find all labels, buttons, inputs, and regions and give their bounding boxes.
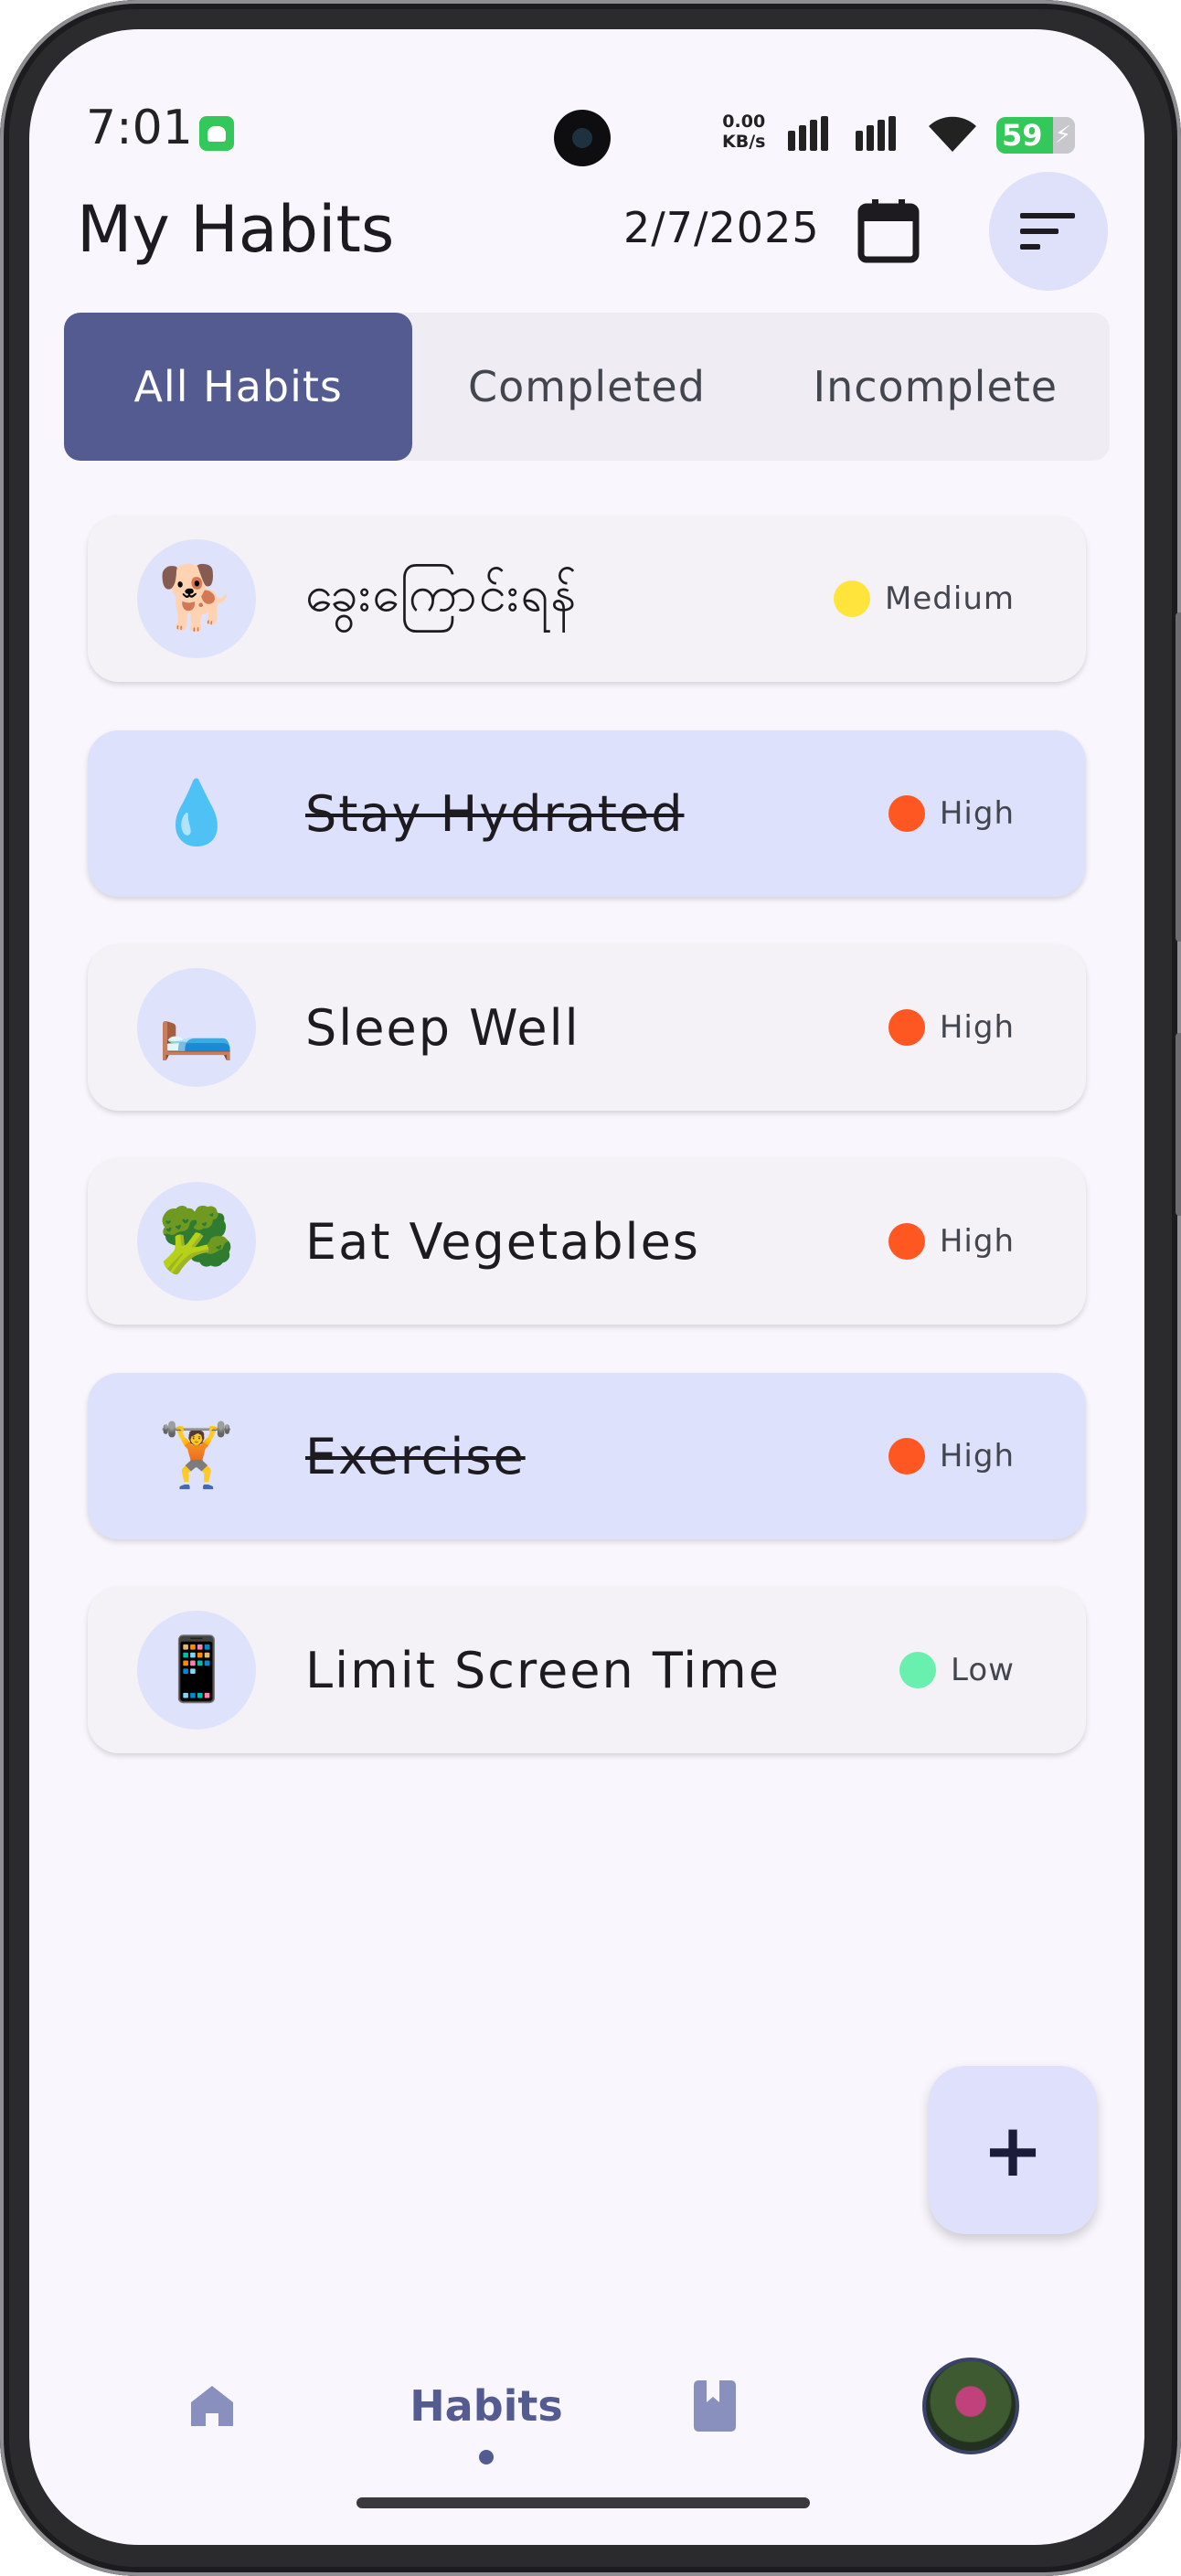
nav-home[interactable]: [166, 2333, 258, 2479]
add-icon: +: [982, 2107, 1044, 2193]
status-bar: 7:01 0.00 KB/s 59 ⚡: [29, 75, 1144, 194]
priority-badge: Low: [899, 1587, 1015, 1753]
priority-badge: High: [888, 944, 1015, 1111]
sort-filter-button[interactable]: [989, 172, 1108, 291]
volume-button: [1176, 612, 1181, 942]
tab-all-habits[interactable]: All Habits: [64, 313, 413, 461]
priority-label: Medium: [885, 580, 1015, 617]
avatar: [922, 2358, 1019, 2454]
priority-dot: [888, 1223, 925, 1260]
phone-frame: 7:01 0.00 KB/s 59 ⚡ My Habits 2/7/2025 A…: [0, 0, 1181, 2576]
page-title: My Habits: [77, 192, 395, 267]
habit-card[interactable]: 🐕 ခွေးကြောင်းရန် Medium: [88, 516, 1086, 682]
signal-icon: [856, 116, 896, 151]
nav-profile[interactable]: [907, 2333, 1035, 2479]
broccoli-icon: 🥦: [137, 1182, 256, 1301]
priority-dot: [888, 1438, 925, 1474]
tab-completed[interactable]: Completed: [412, 313, 761, 461]
home-indicator[interactable]: [356, 2497, 810, 2508]
front-camera: [554, 110, 611, 166]
water-drop-icon: 💧: [157, 777, 236, 849]
mobile-phone-icon: 📱: [137, 1611, 256, 1730]
battery-charging-icon: ⚡: [1054, 122, 1071, 149]
weightlifter-icon: 🏋️: [157, 1420, 236, 1492]
home-icon: [191, 2386, 233, 2426]
priority-badge: High: [888, 1158, 1015, 1325]
priority-dot: [899, 1652, 937, 1688]
priority-dot: [834, 580, 871, 617]
nav-habits-label: Habits: [410, 2381, 563, 2431]
habit-card[interactable]: 🏋️ Exercise High: [88, 1373, 1086, 1539]
priority-dot: [888, 1009, 925, 1046]
priority-badge: Medium: [834, 516, 1015, 682]
priority-label: High: [939, 1438, 1015, 1474]
dog-icon: 🐕: [137, 539, 256, 658]
battery-indicator: 59 ⚡: [996, 117, 1075, 154]
habit-name: Exercise: [305, 1427, 526, 1485]
priority-badge: High: [888, 1373, 1015, 1539]
network-speed-value: 0.00: [722, 112, 766, 132]
habit-card[interactable]: 🛏️ Sleep Well High: [88, 944, 1086, 1111]
network-speed: 0.00 KB/s: [722, 112, 765, 152]
habit-name: Stay Hydrated: [305, 784, 685, 843]
priority-label: High: [939, 795, 1015, 832]
bed-icon: 🛏️: [137, 968, 256, 1087]
habit-name: Limit Screen Time: [305, 1641, 781, 1699]
filter-tabs: All Habits Completed Incomplete: [64, 313, 1110, 461]
habit-name: Sleep Well: [305, 998, 580, 1057]
network-speed-unit: KB/s: [722, 132, 766, 152]
priority-dot: [888, 795, 925, 832]
nav-habits[interactable]: Habits: [377, 2333, 596, 2479]
calendar-icon[interactable]: [857, 197, 920, 263]
priority-label: Low: [951, 1652, 1015, 1688]
habit-name: Eat Vegetables: [305, 1212, 700, 1271]
habit-card[interactable]: 📱 Limit Screen Time Low: [88, 1587, 1086, 1753]
habit-name: ခွေးကြောင်းရန်: [305, 564, 579, 623]
bottom-navigation: Habits: [29, 2333, 1144, 2488]
screen: 7:01 0.00 KB/s 59 ⚡ My Habits 2/7/2025 A…: [29, 29, 1144, 2545]
habit-card[interactable]: 🥦 Eat Vegetables High: [88, 1158, 1086, 1325]
bookmark-book-icon: [694, 2380, 736, 2432]
power-button: [1176, 1033, 1181, 1216]
android-icon: [199, 116, 234, 151]
priority-badge: High: [888, 730, 1015, 897]
priority-label: High: [939, 1223, 1015, 1260]
sort-filter-icon: [1020, 213, 1075, 250]
selected-date[interactable]: 2/7/2025: [623, 203, 820, 252]
status-time: 7:01: [86, 101, 193, 155]
wifi-icon: [929, 116, 976, 152]
tab-incomplete[interactable]: Incomplete: [761, 313, 1110, 461]
priority-label: High: [939, 1009, 1015, 1046]
habit-card[interactable]: 💧 Stay Hydrated High: [88, 730, 1086, 897]
add-habit-button[interactable]: +: [929, 2066, 1097, 2234]
nav-journal[interactable]: [669, 2333, 761, 2479]
active-indicator-dot: [479, 2450, 494, 2464]
signal-icon: [788, 116, 828, 151]
battery-level: 59: [1002, 118, 1043, 153]
